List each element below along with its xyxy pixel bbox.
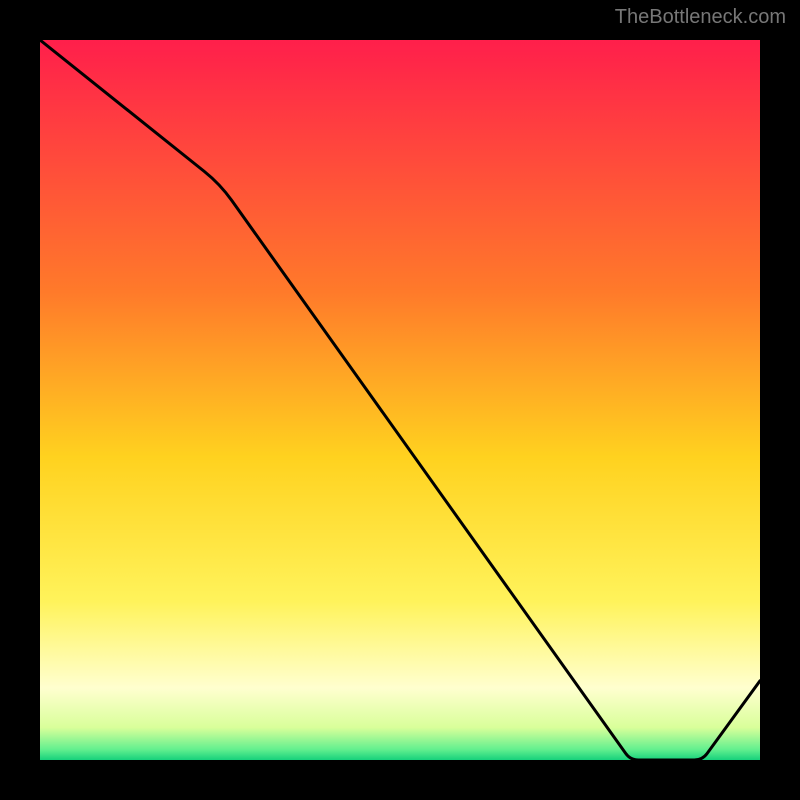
gradient-background: [40, 40, 760, 760]
chart-svg: [40, 40, 760, 760]
watermark-text: TheBottleneck.com: [615, 6, 786, 29]
plot-area: [40, 40, 760, 760]
chart-frame: TheBottleneck.com: [0, 0, 800, 800]
